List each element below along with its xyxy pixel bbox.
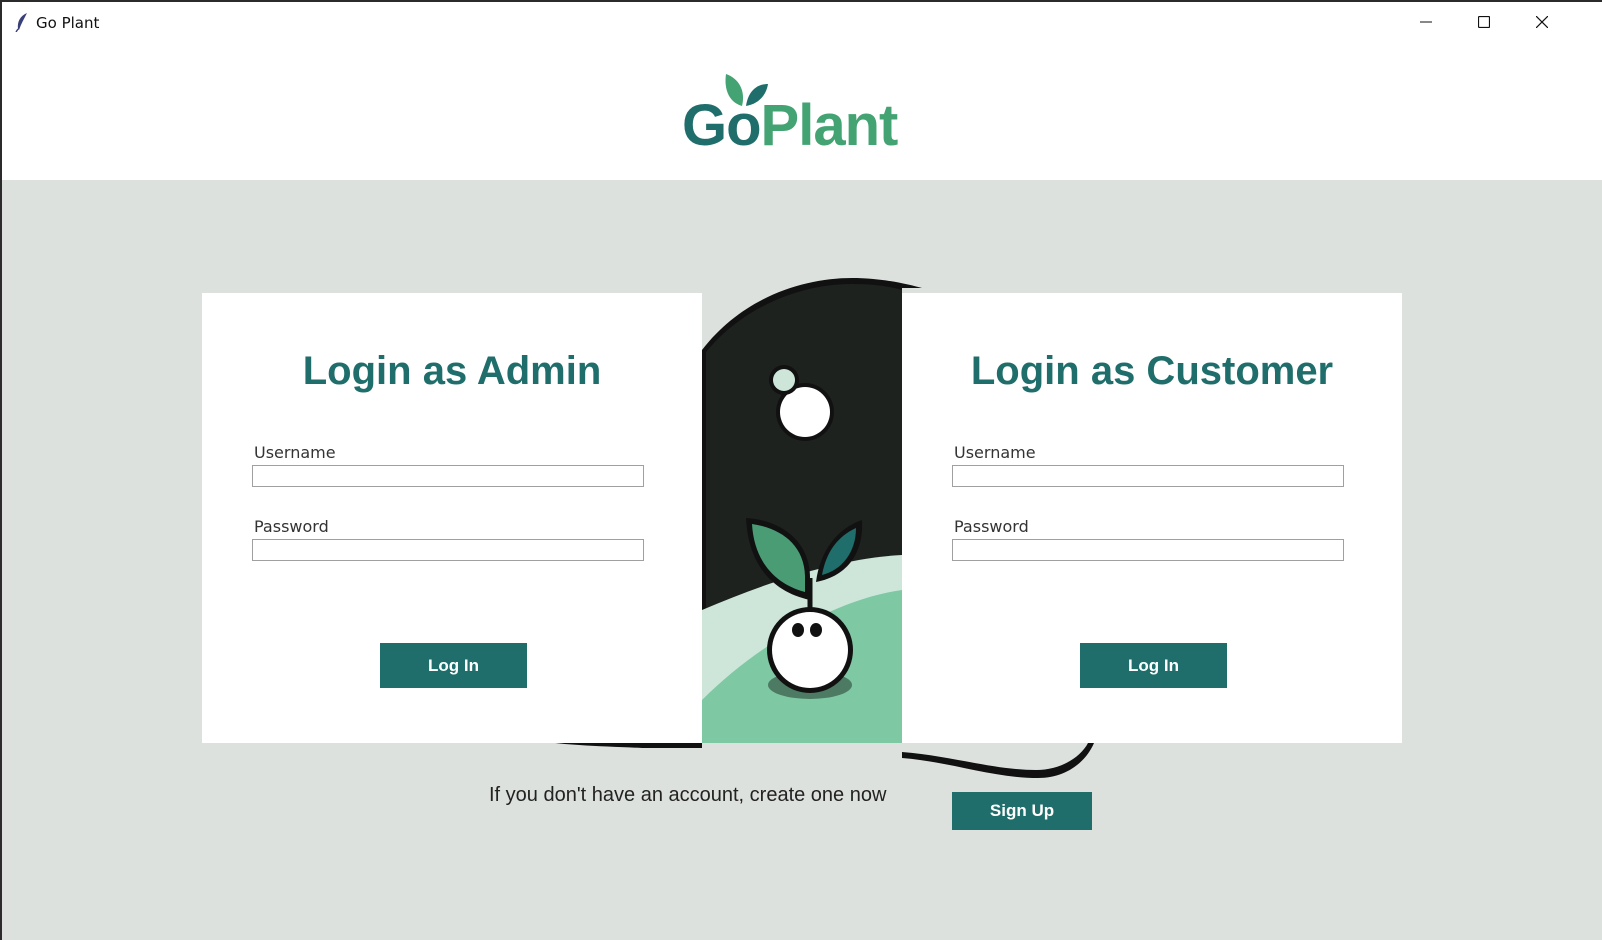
minimize-icon — [1420, 21, 1432, 23]
signup-button[interactable]: Sign Up — [952, 792, 1092, 830]
customer-username-label: Username — [954, 443, 1036, 462]
admin-login-title: Login as Admin — [302, 349, 602, 393]
close-button[interactable] — [1513, 2, 1571, 42]
app-window: Go Plant GoPlant Login as Admin Username… — [2, 2, 1602, 940]
admin-login-panel: Login as Admin Username Password Log In — [202, 293, 702, 743]
customer-password-label: Password — [954, 517, 1029, 536]
feather-icon — [15, 13, 27, 32]
maximize-icon — [1478, 16, 1490, 28]
admin-password-label: Password — [254, 517, 329, 536]
customer-login-button[interactable]: Log In — [1080, 643, 1227, 688]
close-icon — [1536, 16, 1548, 28]
logo-go: Go — [682, 93, 762, 158]
minimize-button[interactable] — [1397, 2, 1455, 42]
signup-prompt: If you don't have an account, create one… — [489, 784, 887, 806]
customer-login-title: Login as Customer — [970, 349, 1334, 393]
customer-password-input[interactable] — [952, 539, 1344, 561]
header: GoPlant — [2, 42, 1602, 180]
admin-login-button[interactable]: Log In — [380, 643, 527, 688]
title-bar: Go Plant — [2, 2, 1602, 42]
logo-plant: Plant — [760, 93, 899, 158]
admin-username-label: Username — [254, 443, 336, 462]
customer-login-panel: Login as Customer Username Password Log … — [902, 293, 1402, 743]
customer-username-input[interactable] — [952, 465, 1344, 487]
main-content: Login as Admin Username Password Log In … — [2, 180, 1602, 940]
maximize-button[interactable] — [1455, 2, 1513, 42]
window-title: Go Plant — [36, 14, 100, 32]
logo-text: GoPlant — [682, 92, 899, 159]
goplant-logo: GoPlant — [682, 72, 942, 192]
admin-password-input[interactable] — [252, 539, 644, 561]
admin-username-input[interactable] — [252, 465, 644, 487]
